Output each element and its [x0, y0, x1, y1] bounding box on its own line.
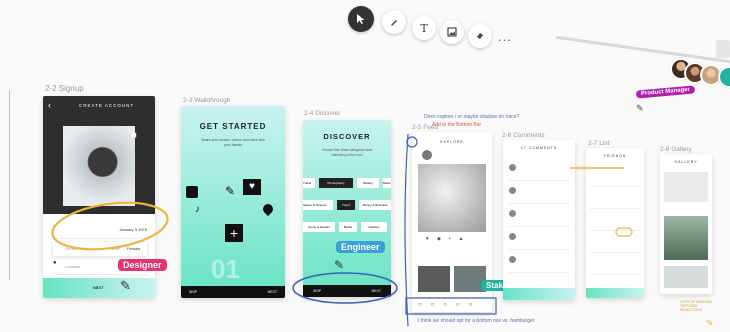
- orange-annotation-circle: [51, 201, 169, 251]
- product-manager-tag: Product Manager: [635, 85, 696, 99]
- gallery-image: [664, 172, 708, 202]
- feed-annotation-lines: [404, 133, 497, 327]
- canvas-divider: [9, 90, 10, 280]
- signup-next-bar[interactable]: NEXT: [43, 278, 155, 298]
- walkthrough-body: Share your photos, videos and more with …: [201, 138, 265, 147]
- designer-cursor-icon: ✎: [120, 278, 131, 293]
- list-annotation-lines: [570, 167, 633, 237]
- next-button[interactable]: NEXT: [93, 285, 104, 290]
- music-note-icon: ♪: [195, 204, 200, 215]
- plus-icon: +: [225, 224, 243, 242]
- comment-input-bar[interactable]: [503, 288, 575, 300]
- discover-body: Choose from these categories what intere…: [321, 148, 373, 157]
- category-chip[interactable]: Travel: [303, 178, 315, 188]
- gallery-note: LOTS OF RANDOM TAPS AND SELECTIONS: [680, 300, 712, 312]
- frame-label: 2-3 Walkthrough: [183, 97, 231, 104]
- designer-tag: Designer: [118, 259, 167, 271]
- frame-label: 2-4 Discover: [304, 110, 341, 117]
- window-edge: [555, 0, 730, 67]
- camera-icon: [186, 186, 198, 198]
- frame-walkthrough[interactable]: GET STARTED Share your photos, videos an…: [181, 106, 285, 298]
- location-label: Location: [65, 264, 81, 269]
- feed-question-note-red: Add to the Bottom Bar: [432, 122, 482, 128]
- category-chip[interactable]: Books: [339, 222, 357, 232]
- select-tool-icon[interactable]: [348, 6, 374, 32]
- frame-label: 2-2 Signup: [45, 84, 84, 93]
- walkthrough-footer: SKIP NEXT: [181, 286, 285, 298]
- gallery-pencil-icon: ✎: [706, 318, 714, 328]
- category-chip[interactable]: Trend: [337, 200, 355, 210]
- discover-title: DISCOVER: [323, 132, 371, 141]
- walkthrough-number: 01: [211, 254, 240, 284]
- feed-question-note: Does explore / or maybe shadow on trace?: [424, 114, 520, 120]
- add-user-button[interactable]: [718, 66, 730, 88]
- text-tool-icon[interactable]: T: [412, 16, 436, 40]
- frame-label: 2-8 Gallery: [660, 146, 692, 153]
- more-tools-icon[interactable]: ...: [498, 29, 512, 44]
- design-canvas[interactable]: T ... Product Manager ✎ 2-2 Signup ‹ CRE…: [0, 0, 730, 332]
- next-button[interactable]: NEXT: [268, 290, 277, 294]
- camera-icon[interactable]: ◼: [131, 131, 137, 139]
- signup-title: CREATE ACCOUNT: [79, 103, 135, 108]
- image-tool-icon[interactable]: [440, 20, 464, 44]
- category-chip[interactable]: Nature & Science: [303, 200, 333, 210]
- heart-icon: ♥: [243, 179, 261, 195]
- window-edge-block: [716, 40, 730, 58]
- gallery-image: [664, 216, 708, 260]
- profile-photo: [63, 126, 135, 206]
- drawing-toolbar: T ...: [348, 4, 518, 48]
- blue-annotation-circle: [292, 272, 398, 304]
- eraser-tool-icon[interactable]: [468, 24, 492, 48]
- bottom-nav-note: I think we should opt for a bottom nav v…: [418, 318, 535, 324]
- category-chip[interactable]: Fashion: [361, 222, 387, 232]
- skip-button[interactable]: SKIP: [189, 290, 197, 294]
- list-footer: [586, 288, 644, 298]
- category-chip[interactable]: Home & Garden: [303, 222, 335, 232]
- pm-cursor-icon: ✎: [636, 103, 644, 113]
- location-pin-icon: ●: [53, 260, 57, 266]
- category-chip[interactable]: Beauty: [357, 178, 379, 188]
- frame-gallery[interactable]: GALLERY: [660, 154, 712, 294]
- pen-tool-icon[interactable]: [382, 10, 406, 34]
- frame-label: 2-6 Comments: [502, 132, 545, 139]
- back-icon[interactable]: ‹: [48, 100, 51, 110]
- category-chip[interactable]: Photography: [319, 178, 353, 188]
- frame-label: 2-7 List: [588, 140, 610, 147]
- category-chip[interactable]: Music: [383, 178, 391, 188]
- engineer-tag: Engineer: [336, 241, 385, 253]
- gallery-image: [664, 266, 708, 288]
- walkthrough-title: GET STARTED: [199, 122, 267, 131]
- gallery-header: GALLERY: [674, 160, 698, 164]
- location-pin-icon: [260, 201, 276, 217]
- pencil-icon: ✎: [225, 184, 236, 198]
- category-chip[interactable]: Money & Business: [359, 200, 391, 210]
